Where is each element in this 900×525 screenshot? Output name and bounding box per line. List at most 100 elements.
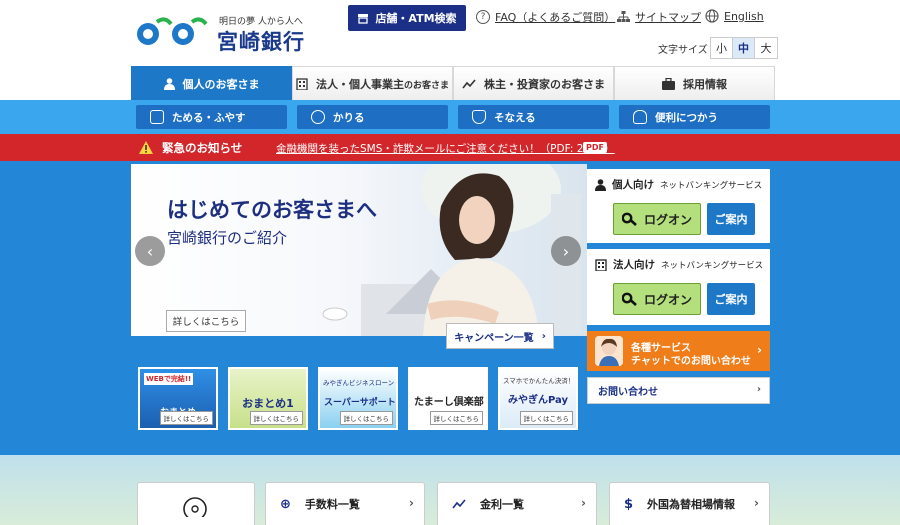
store-atm-search-button[interactable]: 店舗・ATM検索 — [348, 5, 466, 31]
chevron-right-icon: › — [409, 496, 414, 510]
campaign-list-button[interactable]: キャンペーン一覧 › — [446, 323, 554, 349]
dollar-icon: $ — [624, 496, 634, 512]
corporate-netbanking-heading: 法人向け ネットバンキングサービス — [595, 257, 763, 272]
main-tabs: 個人のお客さま 法人・個人事業主のお客さま 株主・投資家のお客さま 採用情報 — [131, 66, 775, 100]
promo-detail-button-3[interactable]: 詳しくはこちら — [339, 411, 393, 425]
promo-detail-button-1[interactable]: 詳しくはこちら — [159, 411, 213, 425]
forex-rate-label: 外国為替相場情報 — [647, 498, 736, 511]
store-atm-search-label: 店舗・ATM検索 — [375, 12, 457, 25]
promo-banner-4[interactable]: たまーし倶楽部 詳しくはこちら — [408, 367, 488, 430]
english-label: English — [724, 9, 764, 23]
promo-banner-5[interactable]: スマホでかんたん決済！ みやぎんPay 詳しくはこちら — [498, 367, 578, 430]
chat-inquiry-panel[interactable]: 各種サービス チャットでのお問い合わせ › — [587, 331, 770, 371]
promo-top-1: WEBで完結!! — [144, 373, 194, 385]
shield-icon — [472, 110, 486, 124]
font-size-small-button[interactable]: 小 — [711, 38, 733, 58]
logo-name: 宮崎銀行 — [217, 30, 305, 54]
logo-mark-icon — [137, 17, 208, 45]
promo-top-3: みやぎんビジネスローン — [323, 379, 395, 387]
globe-icon — [705, 9, 719, 23]
personal-logon-button[interactable]: ログオン — [613, 203, 701, 235]
campaign-list-label: キャンペーン一覧 — [454, 332, 534, 344]
promo-banner-2[interactable]: おまとめ1 詳しくはこちら — [228, 367, 308, 430]
promo-detail-button-4[interactable]: 詳しくはこちら — [429, 411, 483, 425]
chevron-right-icon: › — [754, 496, 759, 510]
tab-recruit[interactable]: 採用情報 — [614, 66, 775, 100]
sub-nav-convenient[interactable]: 便利につかう — [619, 105, 770, 129]
trend-icon — [452, 499, 466, 509]
personal-netbanking-title: 個人向け — [612, 179, 654, 191]
hand-pointer-icon — [633, 110, 647, 124]
fee-list-link[interactable]: ⊕ 手数料一覧 › — [265, 482, 425, 525]
piggy-bank-icon — [150, 110, 164, 124]
hero-title: はじめてのお客さまへ — [167, 198, 377, 222]
sitemap-icon — [617, 11, 630, 22]
bottom-card-misc[interactable] — [137, 482, 255, 525]
site-header: 明日の夢 人から人へ 宮崎銀行 店舗・ATM検索 ? FAQ（よくあるご質問） … — [0, 0, 900, 66]
tab-personal-label: 個人のお客さま — [182, 77, 260, 91]
personal-netbanking-heading: 個人向け ネットバンキングサービス — [595, 177, 762, 192]
corporate-logon-label: ログオン — [643, 292, 692, 307]
promo-top-5: スマホでかんたん決済！ — [503, 377, 575, 385]
font-size-large-button[interactable]: 大 — [755, 38, 777, 58]
sitemap-link[interactable]: サイトマップ — [617, 9, 701, 25]
corporate-logon-button[interactable]: ログオン — [613, 283, 701, 315]
corporate-netbanking-note: ネットバンキングサービス — [661, 260, 764, 271]
personal-guide-button[interactable]: ご案内 — [707, 203, 755, 235]
hero-prev-button[interactable]: ‹ — [135, 236, 165, 266]
tab-corporate[interactable]: 法人・個人事業主のお客さま — [292, 66, 453, 100]
hero-detail-button[interactable]: 詳しくはこちら — [166, 310, 246, 332]
trend-icon — [462, 78, 476, 88]
promo-label-3: スーパーサポート — [324, 398, 396, 408]
promo-detail-button-2[interactable]: 詳しくはこちら — [249, 411, 303, 425]
key-icon — [621, 212, 637, 226]
sub-nav-borrow-label: かりる — [333, 111, 365, 124]
faq-link[interactable]: ? FAQ（よくあるご質問） — [476, 9, 615, 25]
corporate-guide-button[interactable]: ご案内 — [707, 283, 755, 315]
interest-rate-list-link[interactable]: 金利一覧 › — [437, 482, 597, 525]
font-size-switcher: 小 中 大 — [710, 37, 778, 59]
chevron-right-icon: › — [756, 384, 761, 395]
building-icon — [296, 77, 308, 90]
building-icon — [595, 258, 607, 271]
operator-avatar-icon — [595, 336, 623, 366]
tab-corporate-label: 法人・個人事業主 — [315, 77, 404, 91]
promo-label-4: たまーし倶楽部 — [414, 397, 484, 408]
english-link[interactable]: English — [705, 9, 764, 23]
sitemap-label: サイトマップ — [635, 11, 701, 24]
promo-banner-3[interactable]: みやぎんビジネスローン スーパーサポート 詳しくはこちら — [318, 367, 398, 430]
interest-rate-list-label: 金利一覧 — [480, 498, 524, 511]
sub-nav-borrow[interactable]: かりる — [297, 105, 448, 129]
chat-line2: チャットでのお問い合わせ — [631, 356, 751, 367]
corporate-netbanking-panel: 法人向け ネットバンキングサービス ログオン ご案内 — [587, 249, 770, 325]
font-size-label: 文字サイズ — [658, 45, 708, 56]
person-icon — [595, 178, 606, 191]
store-icon — [358, 13, 369, 24]
hero-banner[interactable]: はじめてのお客さまへ 宮崎銀行のご紹介 詳しくはこちら ‹ › — [131, 164, 587, 336]
alert-link[interactable]: 金融機関を装ったSMS・詐欺メールにご注意ください！（PDF: 27KB） — [276, 141, 615, 156]
tab-corporate-suffix: のお客さま — [403, 80, 449, 91]
alert-title: 緊急のお知らせ — [162, 141, 243, 155]
pdf-badge: PDF — [583, 142, 607, 153]
font-size-medium-button[interactable]: 中 — [733, 38, 755, 58]
sub-nav-protect[interactable]: そなえる — [458, 105, 609, 129]
chevron-right-icon: › — [541, 330, 546, 342]
promo-label-5: みやぎんPay — [507, 395, 569, 406]
inquiry-button[interactable]: お問い合わせ › — [587, 377, 770, 404]
tab-investors[interactable]: 株主・投資家のお客さま — [453, 66, 614, 100]
hero-next-button[interactable]: › — [551, 236, 581, 266]
forex-rate-link[interactable]: $ 外国為替相場情報 › — [609, 482, 770, 525]
promo-detail-button-5[interactable]: 詳しくはこちら — [519, 411, 573, 425]
bank-logo[interactable]: 明日の夢 人から人へ 宮崎銀行 — [135, 10, 315, 54]
personal-netbanking-panel: 個人向け ネットバンキングサービス ログオン ご案内 — [587, 169, 770, 243]
tab-personal[interactable]: 個人のお客さま — [131, 66, 292, 100]
sub-nav-convenient-label: 便利につかう — [655, 111, 718, 124]
personal-netbanking-note: ネットバンキングサービス — [660, 180, 763, 191]
sub-nav-save[interactable]: ためる・ふやす — [136, 105, 287, 129]
corporate-netbanking-title: 法人向け — [613, 259, 655, 271]
person-icon — [163, 77, 175, 90]
promo-banner-1[interactable]: WEBで完結!! おまとめ 詳しくはこちら — [138, 367, 218, 430]
emergency-alert-bar: 緊急のお知らせ 金融機関を装ったSMS・詐欺メールにご注意ください！（PDF: … — [0, 134, 900, 161]
inquiry-label: お問い合わせ — [598, 387, 658, 398]
chevron-right-icon: › — [757, 343, 762, 357]
